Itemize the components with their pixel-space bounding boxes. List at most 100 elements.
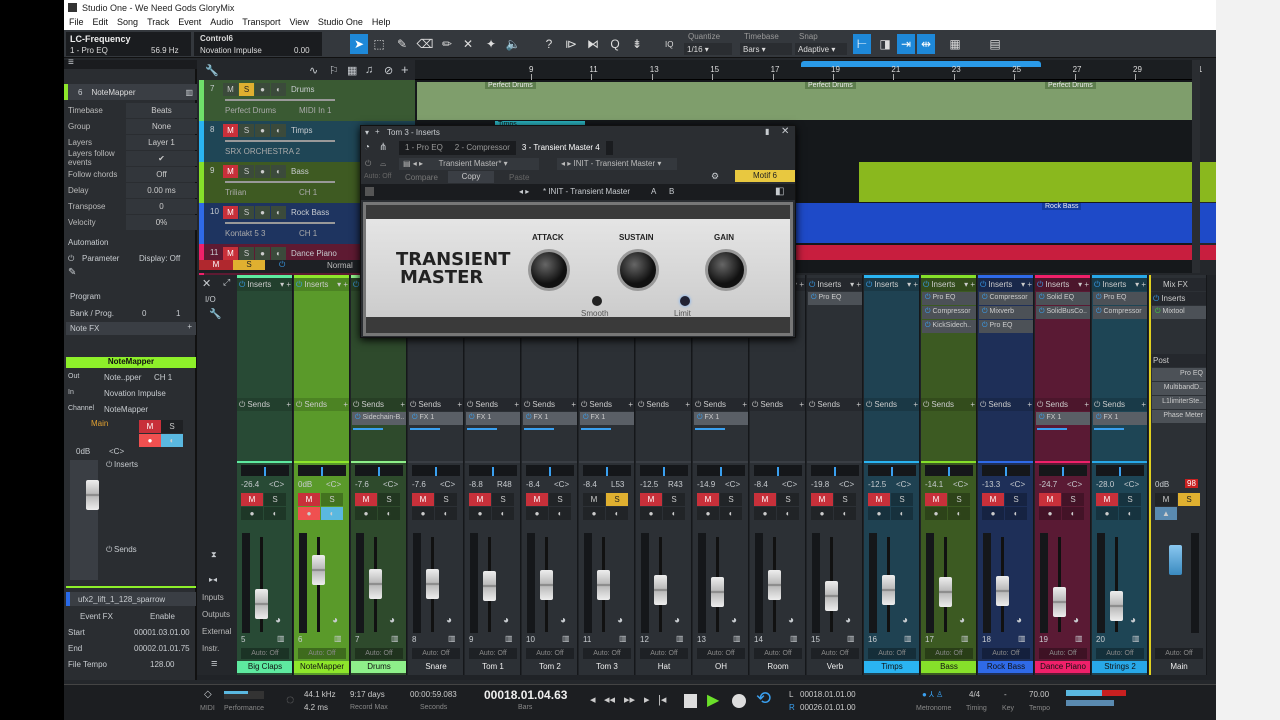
pan-slider[interactable]	[868, 465, 916, 476]
record-arm-button[interactable]: ●	[640, 507, 662, 520]
channel-name[interactable]: Tom 2	[522, 661, 577, 673]
track-mute-button[interactable]: M	[223, 247, 238, 260]
track-mute-button[interactable]: M	[223, 83, 238, 96]
power-icon[interactable]: ⏻	[923, 400, 929, 410]
sends-header[interactable]: ⏻ Sends +	[693, 398, 748, 411]
pan-value[interactable]: <C>	[440, 480, 455, 489]
add-icon[interactable]: ▾ +	[907, 280, 918, 289]
clock-icon[interactable]: ⊘	[384, 64, 393, 77]
snap-select[interactable]: Adaptive ▾	[795, 43, 847, 55]
monitor-button[interactable]: ◐	[492, 507, 514, 520]
send-level[interactable]	[581, 428, 611, 430]
solo-button[interactable]: S	[948, 493, 970, 506]
send-level[interactable]	[524, 428, 554, 430]
play-button[interactable]: ▶	[707, 690, 719, 710]
expand-icon[interactable]: ◧	[775, 186, 784, 197]
instrument-icon[interactable]: ▥	[733, 634, 741, 643]
volume-fader[interactable]	[996, 576, 1009, 607]
power-icon[interactable]: ⏻	[106, 460, 112, 470]
monitor-button[interactable]: ◐	[948, 507, 970, 520]
inspector-row-value[interactable]: 0	[126, 198, 197, 214]
send-level[interactable]	[410, 428, 440, 430]
timeline-ruler[interactable]: 9111315171921232527293133	[415, 60, 1202, 80]
menu-item-song[interactable]: Song	[117, 17, 138, 28]
send-slot[interactable]: ⏻ FX 1	[1093, 412, 1147, 425]
pan-value[interactable]: <C>	[839, 480, 854, 489]
track-monitor-button[interactable]: ◐	[271, 247, 286, 260]
pan-value[interactable]: <C>	[1010, 480, 1025, 489]
track-row[interactable]: 7 M S ● ◐ Drums Perfect Drums MIDI In 1	[199, 80, 415, 121]
channel-name[interactable]: Drums	[351, 661, 406, 673]
send-level[interactable]	[467, 428, 497, 430]
pan-knob-icon[interactable]: ◕	[560, 615, 566, 626]
send-level[interactable]	[1094, 428, 1124, 430]
plugin-titlebar[interactable]: ▾ + Tom 3 - Inserts ▮ ✕	[361, 126, 795, 139]
mute-button[interactable]: M	[868, 493, 890, 506]
inspector-row[interactable]: Transpose 0	[64, 198, 197, 214]
mixer-external-button[interactable]: External	[202, 627, 231, 636]
smooth-button[interactable]	[592, 296, 602, 306]
automation-mode[interactable]: Auto: Off	[469, 648, 517, 659]
power-icon[interactable]: ⏻	[106, 545, 112, 555]
add-icon[interactable]: +	[457, 400, 462, 409]
grid-settings-icon[interactable]: ▦	[946, 34, 964, 54]
track-volume-bar[interactable]	[225, 181, 335, 183]
add-track-icon[interactable]: +	[401, 62, 409, 77]
channel-name[interactable]: Tom 3	[579, 661, 634, 673]
pan-slider[interactable]	[469, 465, 517, 476]
menu-item-studio-one[interactable]: Studio One	[318, 17, 363, 28]
channel-name[interactable]: Bass	[921, 661, 976, 673]
bend-tool-icon[interactable]: ✦	[482, 34, 500, 54]
insert-slot[interactable]: ⏻ Solid EQ	[1036, 292, 1090, 305]
channel-name[interactable]: Main	[1151, 661, 1206, 673]
power-icon[interactable]: ⏻	[239, 280, 245, 290]
menu-item-help[interactable]: Help	[372, 17, 391, 28]
volume-fader[interactable]	[825, 581, 838, 611]
send-slot[interactable]: ⏻ FX 1	[1036, 412, 1090, 425]
volume-fader[interactable]	[540, 569, 553, 600]
snap-to-grid-icon[interactable]: ⊢	[853, 34, 871, 54]
add-icon[interactable]: +	[685, 400, 690, 409]
volume-value[interactable]: -14.1	[925, 480, 943, 489]
pan-knob-icon[interactable]: ◕	[845, 615, 851, 626]
solo-button[interactable]: S	[435, 493, 457, 506]
volume-fader[interactable]	[711, 577, 724, 607]
split-tool-icon[interactable]: ✎	[393, 34, 411, 54]
channel-name[interactable]: OH	[693, 661, 748, 673]
inner-preset-name[interactable]: * INIT - Transient Master	[543, 187, 630, 196]
channel-name[interactable]: Hat	[636, 661, 691, 673]
pan-slider[interactable]	[1039, 465, 1087, 476]
monitor-button[interactable]: ◐	[663, 507, 685, 520]
volume-value[interactable]: -28.0	[1096, 480, 1114, 489]
instrument-icon[interactable]: ▥	[790, 634, 798, 643]
track-record-button[interactable]: ●	[255, 124, 270, 137]
monitor-button[interactable]: ◐	[1062, 507, 1084, 520]
inserts-header[interactable]: ⏻Inserts ▾ +	[1092, 278, 1147, 291]
add-icon[interactable]: +	[1084, 400, 1089, 409]
global-solo-button[interactable]: S	[233, 260, 265, 270]
pan-slider[interactable]	[355, 465, 403, 476]
record-button[interactable]	[732, 694, 746, 708]
record-arm-button[interactable]: ●	[241, 507, 263, 520]
sends-header[interactable]: ⏻ Sends +	[1092, 398, 1147, 411]
power-icon[interactable]: ⏻	[353, 400, 359, 410]
track-record-button[interactable]: ●	[255, 83, 270, 96]
solo-button[interactable]: S	[777, 493, 799, 506]
channel-name[interactable]: Dance Piano	[1035, 661, 1090, 673]
wrench-icon[interactable]: 🔧	[205, 64, 219, 77]
inserts-header[interactable]: ⏻Inserts ▾ +	[864, 278, 919, 291]
bounce-icon[interactable]: ⇟	[628, 34, 646, 54]
inspector-row-value[interactable]: Beats	[126, 102, 197, 118]
inserts-header[interactable]: ⏻Inserts ▾ +	[921, 278, 976, 291]
solo-button[interactable]: S	[834, 493, 856, 506]
track-instrument[interactable]: Kontakt 5 3	[225, 229, 265, 238]
previous-marker-icon[interactable]: |◂	[658, 693, 666, 706]
track-name[interactable]: Timps	[291, 126, 312, 135]
mute-button[interactable]: M	[298, 493, 320, 506]
automation-mode[interactable]: Auto: Off	[982, 648, 1030, 659]
insert-slot[interactable]: ⏻ Mixverb	[979, 306, 1033, 319]
power-icon[interactable]: ⏻	[581, 400, 587, 410]
automation-mode[interactable]: Auto: Off	[241, 648, 289, 659]
mute-button[interactable]: M	[1096, 493, 1118, 506]
add-icon[interactable]: ▾ +	[1135, 280, 1146, 289]
